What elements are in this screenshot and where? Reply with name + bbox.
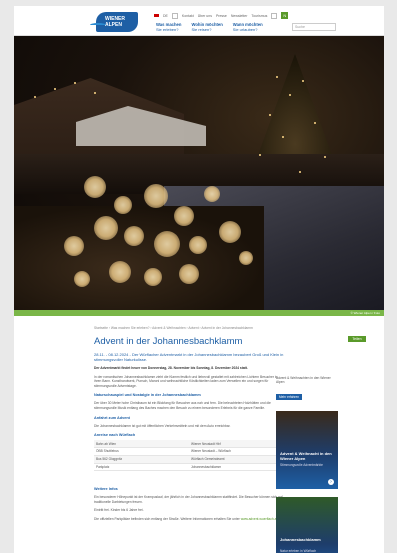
paragraph: Der über 30 Meter hohe Christbaum ist ei… [94,401,271,410]
page-subtitle: 28.11. - 08.12.2024 - Der Würflacher Adv… [94,352,284,362]
table-cell: ÖBB Shuttlebus [94,447,189,456]
bokeh-light [94,216,118,240]
card-subtitle: Natur erleben in Würflach [280,548,317,553]
paragraph: Ein besonderer Höhepunkt ist der Krampus… [94,495,283,504]
card-title: Advent & Weihnacht in den Wiener Alpen [280,450,332,461]
sidebar-info-text: Advent & Weihnachten in den Wiener Alpen [276,376,331,385]
tree-light [269,114,271,116]
card-title: Johannesbachklamm [280,536,321,542]
account-icon[interactable] [271,12,278,19]
tree-light [302,80,304,82]
niederoesterreich-badge-icon[interactable]: N [281,12,289,19]
bokeh-light [179,264,199,284]
paragraph: Die Johannesbachklamm ist gut mit öffent… [94,423,231,428]
site-header: WIENER ALPEN DE Kontakt Über uns Presse … [14,6,384,36]
card-subtitle: Stimmungsvolle Adventmärkte [280,462,323,467]
main-content: Startseite › Was machen Sie erleben? › A… [14,326,384,553]
top-utility-bar: DE Kontakt Über uns Presse Newsletter To… [154,12,289,19]
table-cell: Wiener Neustadt – Würflach [189,447,284,456]
arrow-right-icon[interactable]: › [328,478,334,485]
bokeh-light [204,186,220,202]
topbar-item[interactable]: DE [163,14,168,18]
bokeh-light [124,226,144,246]
paragraph: Die offiziellen Parkplätze befinden sich… [94,517,284,522]
table-cell: Bahn ab Wien [94,440,189,448]
paragraph: In der romantischen Johannesbachklamm zi… [94,374,278,388]
hero-caption: © Wiener Alpen / Foto [350,311,380,315]
tree-light [324,156,326,158]
search-input[interactable]: Suche [292,23,336,31]
bokeh-light [84,176,106,198]
teaser-card[interactable]: Advent & Weihnacht in den Wiener Alpen S… [276,410,338,489]
tree-light [299,171,301,173]
intro-text: Der Adventmarkt findet heuer von Donners… [94,366,284,371]
hero-image [14,36,384,310]
language-flag-icon[interactable] [154,14,159,17]
nav-item-sub: Sie urlauben? [232,27,258,32]
bokeh-light [219,221,241,243]
intro-bold: Der Adventmarkt findet heuer von Donners… [94,366,248,370]
bokeh-light [189,236,207,254]
nav-item-sub: Sie reisen? [191,27,212,32]
tree-light [282,136,284,138]
sidebar: Advent & Weihnachten in den Wiener Alpen… [276,326,338,553]
tree-light [34,96,36,98]
tree-light [259,154,261,156]
bokeh-light [114,196,132,214]
table-row: ÖBB Shuttlebus Wiener Neustadt – Würflach [94,447,284,456]
logo-line2: ALPEN [105,22,122,28]
topbar-item[interactable]: Tourismus [251,14,267,18]
tree-light [74,82,76,84]
tree-light [314,122,316,124]
share-button[interactable]: Teilen [348,336,366,342]
tree-light [289,94,291,96]
table-cell: Parkplatz [94,463,189,472]
bokeh-light [154,231,180,257]
bokeh-light [174,206,194,226]
main-navigation: Was machen Sie erleben? Wohin möchten Si… [156,22,263,32]
table-cell: Wiener Neustadt Hbf [189,440,284,448]
table-row: Bahn ab Wien Wiener Neustadt Hbf [94,440,284,448]
table-cell: Johannesbachklamm [189,463,284,472]
bokeh-light [64,236,84,256]
paragraph-text: Die offiziellen Parkplätze befinden sich… [94,517,240,522]
bokeh-light [74,271,90,287]
teaser-card[interactable]: Johannesbachklamm Natur erleben in Würfl… [276,496,338,553]
bokeh-light [109,261,131,283]
external-link[interactable]: www.advent-wuerflach.at [241,517,278,521]
tree-light [94,92,96,94]
nav-item-when[interactable]: Wann möchten Sie urlauben? [233,22,263,32]
bokeh-light [239,251,253,265]
table-row: Bus 562 Gloggnitz Würflach Gemeindeamt [94,455,284,464]
contact-icon[interactable] [171,12,178,19]
wiener-alpen-logo[interactable]: WIENER ALPEN [90,12,138,32]
page: WIENER ALPEN DE Kontakt Über uns Presse … [14,6,384,553]
topbar-item[interactable]: Presse [216,14,227,18]
tree-light [54,88,56,90]
hero-caption-bar: © Wiener Alpen / Foto [14,310,384,316]
table-cell: Würflach Gemeindeamt [189,455,284,464]
sidebar-more-button[interactable]: Mehr erfahren [276,393,303,400]
nav-item-sub: Sie erleben? [156,27,179,32]
travel-info-table: Bahn ab Wien Wiener Neustadt Hbf ÖBB Shut… [94,440,284,472]
table-row: Parkplatz Johannesbachklamm [94,463,284,472]
paragraph: Eintritt frei. Kinder bis 6 Jahre frei. [94,508,144,513]
bokeh-light [144,268,162,286]
nav-item-where[interactable]: Wohin möchten Sie reisen? [191,22,222,32]
bokeh-light [144,184,168,208]
table-cell: Bus 562 Gloggnitz [94,455,189,464]
topbar-item[interactable]: Newsletter [231,14,248,18]
nav-item-what[interactable]: Was machen Sie erleben? [156,22,181,32]
topbar-item[interactable]: Über uns [198,14,212,18]
tree-light [276,76,278,78]
logo-swoosh-icon [90,23,106,27]
topbar-item[interactable]: Kontakt [182,14,194,18]
